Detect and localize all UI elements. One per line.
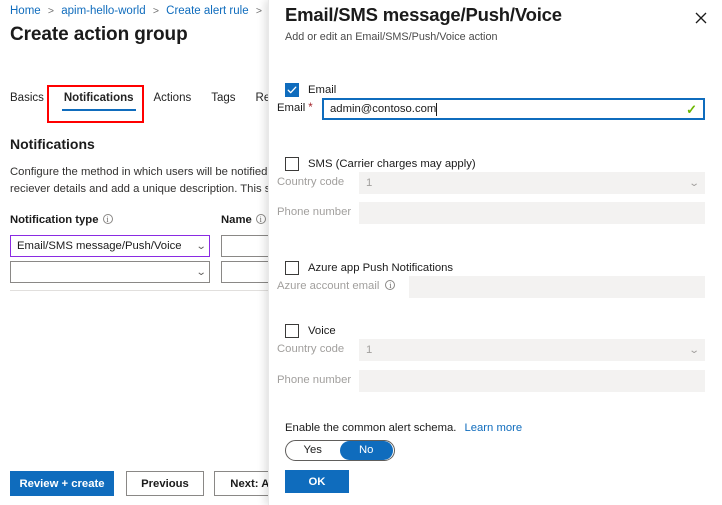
screen-root: Home > apim-hello-world > Create alert r… <box>0 0 722 505</box>
sms-checkbox[interactable] <box>285 157 299 171</box>
toggle-option-no[interactable]: No <box>340 441 394 460</box>
voice-country-code-select[interactable]: 1 ⌄ <box>359 339 705 361</box>
chevron-down-icon: ⌄ <box>688 178 699 189</box>
create-action-group-page: Home > apim-hello-world > Create alert r… <box>0 0 268 505</box>
breadcrumb: Home > apim-hello-world > Create alert r… <box>10 4 268 18</box>
common-alert-schema-row: Enable the common alert schema. Learn mor… <box>285 422 522 434</box>
common-alert-schema-text: Enable the common alert schema. <box>285 422 456 434</box>
azure-app-push-checkbox[interactable] <box>285 261 299 275</box>
voice-checkbox-row[interactable]: Voice <box>285 324 336 338</box>
common-alert-schema-toggle[interactable]: Yes No <box>285 440 395 461</box>
close-icon[interactable] <box>690 7 712 29</box>
sms-checkbox-label: SMS (Carrier charges may apply) <box>308 158 476 170</box>
tab-tags[interactable]: Tags <box>201 92 245 111</box>
tab-basics[interactable]: Basics <box>10 92 54 111</box>
validation-check-icon: ✓ <box>686 103 697 116</box>
sms-country-code-value: 1 <box>366 177 372 189</box>
previous-button[interactable]: Previous <box>126 471 204 496</box>
text-caret <box>436 103 437 116</box>
azure-account-email-label-text: Azure account email <box>277 280 379 292</box>
breadcrumb-item-create-alert-rule[interactable]: Create alert rule <box>166 5 248 17</box>
sms-phone-number-input[interactable] <box>359 202 705 224</box>
notification-type-select-row-2[interactable]: ⌄ <box>10 261 210 283</box>
toggle-option-yes[interactable]: Yes <box>286 441 340 460</box>
sms-country-code-label: Country code <box>277 176 344 188</box>
breadcrumb-separator: > <box>256 5 262 17</box>
section-description: Configure the method in which users will… <box>10 164 268 198</box>
notification-type-select-row-1[interactable]: Email/SMS message/Push/Voice ⌄ <box>10 235 210 257</box>
review-create-button[interactable]: Review + create <box>10 471 114 496</box>
blade-title: Email/SMS message/Push/Voice <box>285 4 562 26</box>
azure-account-email-label: Azure account email i <box>277 280 395 292</box>
tab-actions[interactable]: Actions <box>144 92 202 111</box>
sms-phone-number-label: Phone number <box>277 206 351 218</box>
chevron-down-icon: ⌄ <box>195 267 206 278</box>
azure-app-push-checkbox-label: Azure app Push Notifications <box>308 262 453 274</box>
email-sms-push-voice-blade: Email/SMS message/Push/Voice Add or edit… <box>268 0 722 505</box>
name-input-row-2[interactable] <box>221 261 268 283</box>
section-title-notifications: Notifications <box>10 136 95 152</box>
tab-bar: Basics Notifications Actions Tags Revie <box>10 92 268 111</box>
breadcrumb-separator: > <box>153 5 159 17</box>
name-input-row-1[interactable] <box>221 235 268 257</box>
push-checkbox-row[interactable]: Azure app Push Notifications <box>285 261 453 275</box>
breadcrumb-item-resource[interactable]: apim-hello-world <box>61 5 145 17</box>
voice-checkbox-label: Voice <box>308 325 336 337</box>
row-divider <box>10 290 268 291</box>
azure-account-email-input[interactable] <box>409 276 705 298</box>
chevron-down-icon: ⌄ <box>688 345 699 356</box>
sms-country-code-select[interactable]: 1 ⌄ <box>359 172 705 194</box>
voice-country-code-value: 1 <box>366 344 372 356</box>
column-header-name: Namei <box>221 214 266 226</box>
info-icon[interactable]: i <box>103 214 113 224</box>
tab-notifications[interactable]: Notifications <box>54 92 144 111</box>
column-header-name-label: Name <box>221 214 252 226</box>
email-checkbox[interactable] <box>285 83 299 97</box>
email-field-label: Email* <box>277 102 313 114</box>
voice-phone-number-label: Phone number <box>277 374 351 386</box>
voice-checkbox[interactable] <box>285 324 299 338</box>
email-checkbox-row[interactable]: Email <box>285 83 336 97</box>
required-marker: * <box>308 102 312 114</box>
column-header-notification-type-label: Notification type <box>10 214 99 226</box>
info-icon[interactable]: i <box>385 280 395 290</box>
notification-type-value-row-1: Email/SMS message/Push/Voice <box>17 240 182 252</box>
breadcrumb-item-home[interactable]: Home <box>10 5 41 17</box>
email-input[interactable]: admin@contoso.com ✓ <box>322 98 705 120</box>
page-title: Create action group <box>10 24 188 46</box>
email-field-label-text: Email <box>277 102 305 114</box>
learn-more-link[interactable]: Learn more <box>464 422 522 434</box>
ok-button[interactable]: OK <box>285 470 349 493</box>
info-icon[interactable]: i <box>256 214 266 224</box>
email-checkbox-label: Email <box>308 84 336 96</box>
breadcrumb-separator: > <box>48 5 54 17</box>
voice-country-code-label: Country code <box>277 343 344 355</box>
chevron-down-icon: ⌄ <box>195 241 206 252</box>
column-header-notification-type: Notification type i <box>10 214 113 226</box>
blade-subtitle: Add or edit an Email/SMS/Push/Voice acti… <box>285 31 497 43</box>
tab-review[interactable]: Revie <box>246 92 268 111</box>
next-button[interactable]: Next: Ac <box>214 471 268 496</box>
email-input-value: admin@contoso.com <box>330 103 436 115</box>
sms-checkbox-row[interactable]: SMS (Carrier charges may apply) <box>285 157 476 171</box>
voice-phone-number-input[interactable] <box>359 370 705 392</box>
